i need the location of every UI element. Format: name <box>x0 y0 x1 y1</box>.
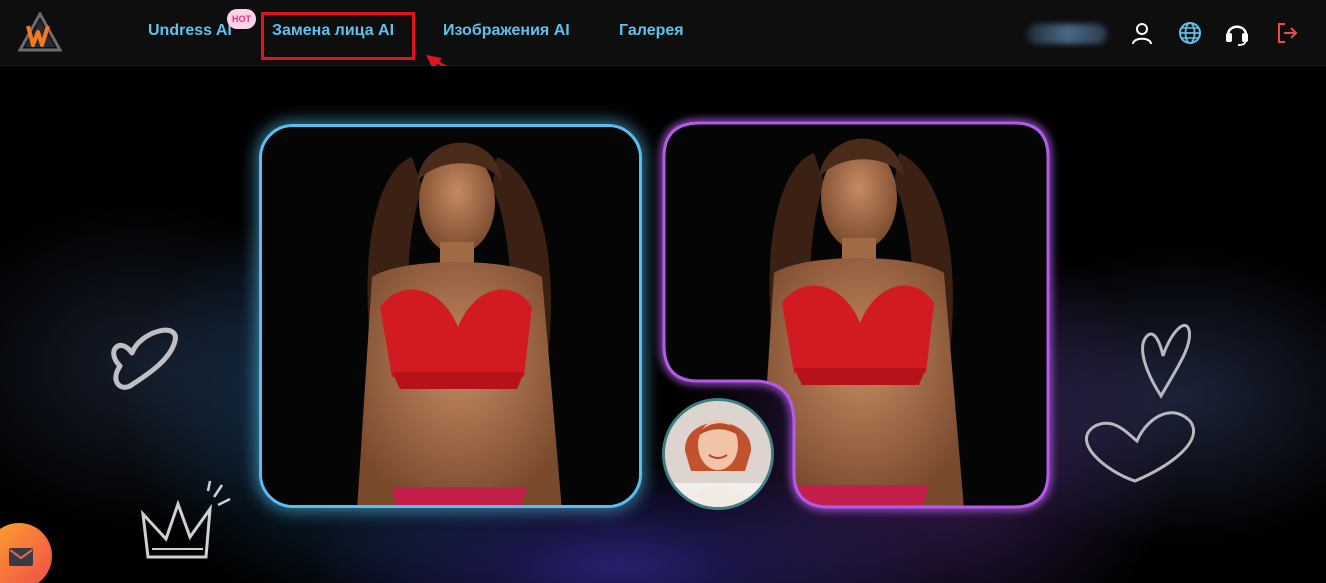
face-source-thumbnail <box>662 398 774 510</box>
crown-doodle-icon <box>140 480 231 559</box>
highlight-annotation-box <box>261 12 415 60</box>
small-heart-doodle-icon <box>1141 323 1192 399</box>
woman-red-top-photo-icon <box>262 127 639 505</box>
nav-ai-images[interactable]: Изображения AI <box>443 22 570 42</box>
face-swap-showcase <box>0 66 1326 583</box>
blurred-account-info <box>1027 24 1107 44</box>
logo-icon[interactable] <box>18 12 62 52</box>
top-navigation-bar: Undress AI HOT Замена лица AI Изображени… <box>0 0 1326 66</box>
headset-icon[interactable] <box>1224 20 1250 46</box>
nav-gallery[interactable]: Галерея <box>619 22 684 42</box>
redhead-woman-face-photo-icon <box>665 401 771 507</box>
heart-doodle-icon <box>111 327 178 390</box>
mail-icon <box>9 548 33 566</box>
globe-icon[interactable] <box>1177 20 1203 46</box>
logout-icon[interactable] <box>1274 20 1300 46</box>
hot-badge: HOT <box>227 9 256 29</box>
user-icon[interactable] <box>1129 20 1155 46</box>
source-image-card <box>259 124 642 508</box>
nav-undress-ai[interactable]: Undress AI <box>148 22 232 42</box>
large-heart-doodle-icon <box>1085 411 1196 483</box>
mail-floating-button[interactable] <box>0 523 52 583</box>
